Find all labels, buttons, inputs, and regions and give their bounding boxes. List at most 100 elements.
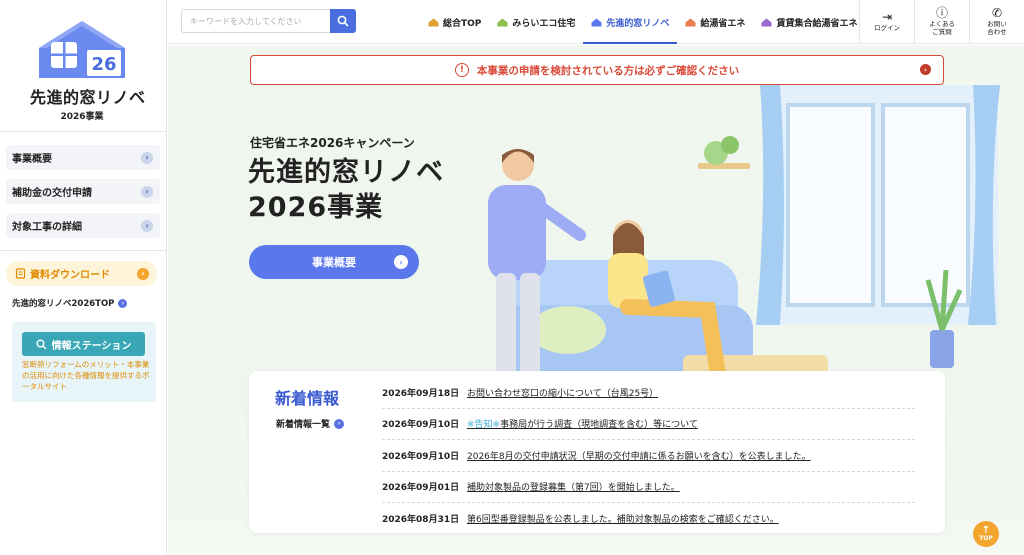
warning-icon: ! — [454, 63, 469, 77]
news-link[interactable]: 補助対象製品の登録募集（第7回）を開始しました。 — [467, 480, 680, 493]
side-nav: 事業概要 › 補助金の交付申請 › 対象工事の詳細 › — [6, 145, 160, 247]
chevron-right-icon: › — [141, 151, 153, 164]
top-header: 総合TOP みらいエコ住宅 先進的窓リノベ 給湯省エネ 賃貸集合給湯省エネ ⇥ … — [167, 0, 1024, 44]
nav-item-rental-water-heater[interactable]: 賃貸集合給湯省エネ — [753, 0, 865, 44]
site-logo[interactable]: 26 先進的窓リノベ 2026事業 — [30, 18, 146, 122]
news-text: 事務局が行う調査（現地調査を含む）等について — [500, 420, 698, 431]
logo-title: 先進的窓リノベ — [30, 88, 146, 107]
news-section: 新着情報 新着情報一覧 › 2026年09月18日 お問い合わせ窓口の縮小につい… — [249, 371, 945, 533]
info-station-label: 情報ステーション — [51, 340, 132, 352]
info-station-description: 窓断熱リフォームのメリット・本事業の活用に向けた各種情報を提供するポータルサイト — [22, 360, 150, 391]
info-station-button[interactable]: 情報ステーション — [22, 332, 145, 356]
download-button[interactable]: 資料ダウンロード › — [6, 261, 157, 286]
contact-button[interactable]: ✆ お問い 合わせ — [969, 0, 1024, 44]
house-icon — [761, 18, 772, 26]
nav-label: みらいエコ住宅 — [512, 18, 576, 29]
nav-item-mirai-eco[interactable]: みらいエコ住宅 — [489, 0, 583, 44]
search-button[interactable] — [330, 9, 356, 33]
top-link-label: 先進的窓リノベ2026TOP — [12, 299, 115, 309]
news-link[interactable]: お問い合わせ窓口の縮小について（台風25号） — [467, 386, 658, 399]
hero-subtitle: 住宅省エネ2026キャンペーン — [250, 136, 415, 150]
divider — [0, 250, 167, 251]
nav-label: 賃貸集合給湯省エネ — [776, 18, 858, 29]
notice-text: 本事業の申請を検討されている方は必ずご確認ください — [476, 64, 740, 77]
hero-title-line2: 2026事業 — [248, 192, 384, 224]
sidebar-item-label: 対象工事の詳細 — [12, 222, 82, 233]
main-hero: ! 本事業の申請を検討されている方は必ずご確認ください › 住宅省エネ2026キ… — [168, 45, 1024, 555]
logo-subtitle: 2026事業 — [60, 112, 104, 122]
sidebar-item-label: 事業概要 — [12, 154, 52, 165]
phone-icon: ✆ — [991, 6, 1003, 21]
news-date: 2026年09月18日 — [382, 388, 460, 399]
search-box — [181, 9, 356, 33]
house-logo-icon: 26 — [39, 21, 125, 78]
chevron-right-icon: › — [920, 64, 931, 75]
divider — [0, 131, 167, 132]
news-text: 2026年8月の交付申請状況（早期の交付申請に係るお願いを含む）を公表しました。 — [467, 451, 811, 462]
news-text: 第6回型番登録製品を公表しました。補助対象製品の検索をご確認ください。 — [467, 515, 779, 526]
sidebar-item-application[interactable]: 補助金の交付申請 › — [6, 179, 160, 204]
sidebar: 26 先進的窓リノベ 2026事業 事業概要 › 補助金の交付申請 › 対象工事… — [0, 0, 167, 555]
news-link[interactable]: ※告知※事務局が行う調査（現地調査を含む）等について — [467, 417, 698, 430]
login-icon: ⇥ — [881, 10, 893, 25]
contact-label: お問い 合わせ — [987, 20, 1007, 36]
news-date: 2026年09月10日 — [382, 451, 460, 462]
news-date: 2026年09月01日 — [382, 483, 460, 494]
search-input[interactable] — [182, 10, 312, 32]
news-item: 2026年09月10日 ※告知※事務局が行う調査（現地調査を含む）等について — [382, 409, 915, 440]
faq-label: よくある ご質問 — [929, 20, 955, 36]
notice-banner[interactable]: ! 本事業の申請を検討されている方は必ずご確認ください › — [250, 55, 944, 85]
news-date: 2026年09月10日 — [382, 420, 460, 431]
login-label: ログイン — [874, 24, 900, 33]
sidebar-item-overview[interactable]: 事業概要 › — [6, 145, 160, 170]
news-all-link[interactable]: 新着情報一覧 › — [276, 417, 345, 430]
nav-item-water-heater[interactable]: 給湯省エネ — [677, 0, 753, 44]
sidebar-item-work-details[interactable]: 対象工事の詳細 › — [6, 213, 160, 238]
overview-button[interactable]: 事業概要 › — [249, 245, 419, 279]
overview-button-label: 事業概要 — [312, 256, 356, 269]
nav-label: 先進的窓リノベ — [606, 18, 670, 29]
download-label: 資料ダウンロード — [30, 270, 110, 281]
top-page-link[interactable]: 先進的窓リノベ2026TOP › — [12, 297, 128, 309]
main-nav: 総合TOP みらいエコ住宅 先進的窓リノベ 給湯省エネ 賃貸集合給湯省エネ — [420, 0, 865, 44]
search-icon — [36, 339, 47, 349]
document-icon — [15, 268, 26, 279]
faq-button[interactable]: ⓘ よくある ご質問 — [914, 0, 969, 44]
chevron-right-icon: › — [394, 255, 408, 269]
chevron-right-icon: › — [141, 219, 153, 232]
search-icon — [337, 15, 349, 27]
scroll-top-label: TOP — [979, 535, 993, 542]
chevron-right-icon: › — [118, 298, 128, 308]
hero-title-line1: 先進的窓リノベ — [248, 157, 444, 188]
chevron-down-icon: › — [137, 267, 149, 280]
chevron-right-icon: › — [141, 185, 153, 198]
news-tag: ※告知※ — [467, 420, 501, 431]
help-icon: ⓘ — [935, 6, 948, 21]
news-item: 2026年09月01日 補助対象製品の登録募集（第7回）を開始しました。 — [382, 472, 915, 503]
nav-item-general-top[interactable]: 総合TOP — [420, 0, 489, 44]
sidebar-item-label: 補助金の交付申請 — [12, 188, 92, 199]
news-link[interactable]: 2026年8月の交付申請状況（早期の交付申請に係るお願いを含む）を公表しました。 — [467, 449, 811, 462]
chevron-right-icon: › — [334, 418, 345, 429]
news-text: お問い合わせ窓口の縮小について（台風25号） — [467, 388, 659, 399]
info-station-box: 情報ステーション 窓断熱リフォームのメリット・本事業の活用に向けた各種情報を提供… — [12, 322, 156, 402]
nav-label: 総合TOP — [443, 18, 482, 29]
news-item: 2026年09月10日 2026年8月の交付申請状況（早期の交付申請に係るお願い… — [382, 440, 915, 472]
hero-title: 先進的窓リノベ 2026事業 — [248, 155, 444, 225]
news-link[interactable]: 第6回型番登録製品を公表しました。補助対象製品の検索をご確認ください。 — [467, 512, 779, 525]
house-icon — [591, 18, 602, 26]
house-icon — [428, 18, 439, 26]
house-icon — [685, 18, 696, 26]
news-text: 補助対象製品の登録募集（第7回）を開始しました。 — [467, 483, 680, 494]
login-button[interactable]: ⇥ ログイン — [859, 0, 914, 44]
nav-label: 給湯省エネ — [700, 18, 746, 29]
news-title: 新着情報 — [275, 389, 340, 408]
news-date: 2026年08月31日 — [382, 515, 460, 526]
nav-item-window-renovation[interactable]: 先進的窓リノベ — [583, 0, 678, 44]
news-item: 2026年08月31日 第6回型番登録製品を公表しました。補助対象製品の検索をご… — [382, 503, 915, 535]
news-all-label: 新着情報一覧 — [276, 420, 331, 430]
news-list: 2026年09月18日 お問い合わせ窓口の縮小について（台風25号） 2026年… — [382, 377, 915, 535]
news-item: 2026年09月18日 お問い合わせ窓口の縮小について（台風25号） — [382, 377, 915, 409]
house-icon — [497, 18, 508, 26]
scroll-top-button[interactable]: ↑ TOP — [973, 521, 999, 547]
